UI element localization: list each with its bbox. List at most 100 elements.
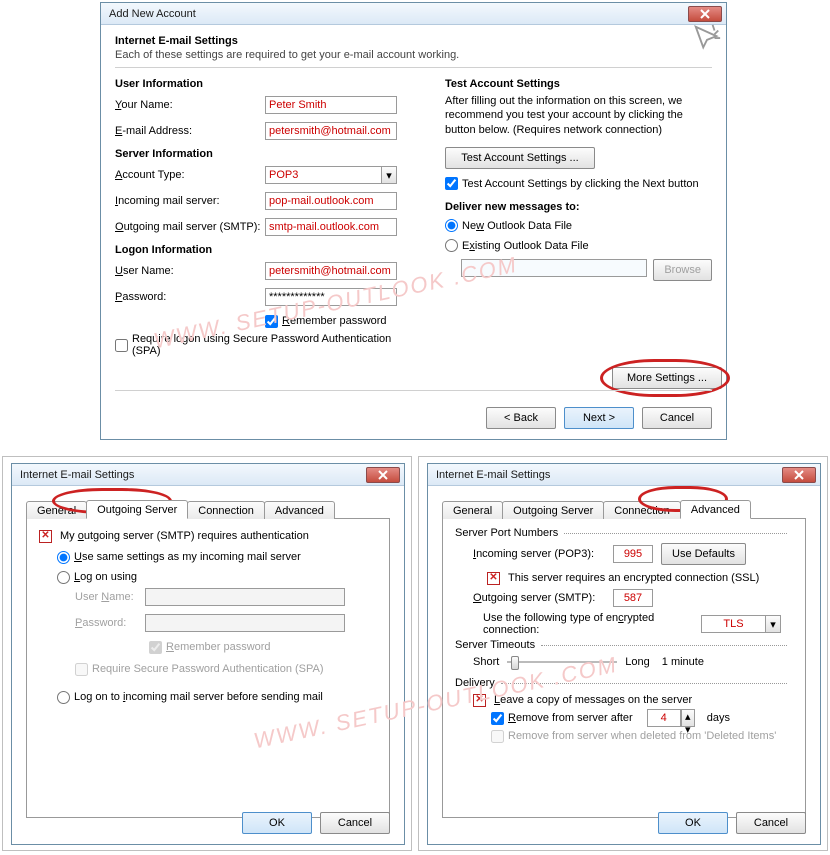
- existing-pst-field: [461, 259, 647, 277]
- deliver-header: Deliver new messages to:: [445, 201, 712, 213]
- cursor-icon: [692, 23, 722, 53]
- timeout-value: 1 minute: [662, 656, 704, 668]
- remove-after-label: Remove from server after: [508, 712, 633, 724]
- add-account-window: Add New Account Internet E-mail Settings…: [100, 2, 727, 440]
- test-next-label: Test Account Settings by clicking the Ne…: [462, 178, 699, 190]
- outgoing-server-dialog: Internet E-mail Settings General Outgoin…: [11, 463, 405, 845]
- back-button[interactable]: < Back: [486, 407, 556, 429]
- ok-button[interactable]: OK: [658, 812, 728, 834]
- remember-password-label: Remember password: [166, 641, 271, 653]
- remember-password-label: Remember password: [282, 315, 387, 327]
- remove-deleted-label: Remove from server when deleted from 'De…: [508, 730, 776, 742]
- long-label: Long: [625, 656, 649, 668]
- delivery-header: Delivery: [455, 677, 495, 689]
- logon-using-radio[interactable]: [57, 571, 70, 584]
- tab-general[interactable]: General: [442, 501, 503, 519]
- outgoing-field[interactable]: [265, 218, 397, 236]
- cancel-button[interactable]: Cancel: [642, 407, 712, 429]
- tab-connection[interactable]: Connection: [603, 501, 681, 519]
- smtp-auth-checkbox[interactable]: [39, 530, 52, 543]
- incoming-label: Incoming mail server:: [115, 195, 265, 207]
- browse-button[interactable]: Browse: [653, 259, 712, 281]
- cancel-button[interactable]: Cancel: [736, 812, 806, 834]
- remember-password-checkbox: [149, 641, 162, 654]
- heading: Internet E-mail Settings: [115, 35, 712, 47]
- remove-days-field[interactable]: [647, 709, 681, 727]
- tab-outgoing-server[interactable]: Outgoing Server: [502, 501, 604, 519]
- username-label: User Name:: [75, 591, 145, 603]
- window-title: Add New Account: [101, 8, 196, 20]
- test-next-checkbox[interactable]: [445, 177, 458, 190]
- ports-header: Server Port Numbers: [455, 527, 558, 539]
- tab-general[interactable]: General: [26, 501, 87, 519]
- password-label: Password:: [115, 291, 265, 303]
- leave-copy-checkbox[interactable]: [473, 694, 486, 707]
- next-button[interactable]: Next >: [564, 407, 634, 429]
- email-field[interactable]: [265, 122, 397, 140]
- username-label: User Name:: [115, 265, 265, 277]
- spa-checkbox: [75, 663, 88, 676]
- subheading: Each of these settings are required to g…: [115, 49, 712, 61]
- window-title: Internet E-mail Settings: [428, 469, 550, 481]
- outgoing-port-label: Outgoing server (SMTP):: [473, 592, 613, 604]
- logon-before-send-radio[interactable]: [57, 691, 70, 704]
- encryption-label: Use the following type of encrypted conn…: [483, 612, 701, 636]
- logon-info-header: Logon Information: [115, 244, 415, 256]
- spa-label: Require Secure Password Authentication (…: [92, 663, 324, 675]
- days-spinner[interactable]: ▴▾: [681, 709, 695, 727]
- tab-advanced[interactable]: Advanced: [264, 501, 335, 519]
- ok-button[interactable]: OK: [242, 812, 312, 834]
- ssl-checkbox[interactable]: [487, 572, 500, 585]
- username-field: [145, 588, 345, 606]
- encryption-select[interactable]: TLS ▾: [701, 615, 781, 633]
- tab-advanced[interactable]: Advanced: [680, 500, 751, 519]
- tab-connection[interactable]: Connection: [187, 501, 265, 519]
- cancel-button[interactable]: Cancel: [320, 812, 390, 834]
- logon-using-label: Log on using: [74, 571, 137, 583]
- spa-label: Require logon using Secure Password Auth…: [132, 333, 415, 357]
- password-field[interactable]: [265, 288, 397, 306]
- wizard-buttons: < Back Next > Cancel: [486, 407, 712, 429]
- close-button[interactable]: [782, 467, 816, 483]
- smtp-auth-label: My outgoing server (SMTP) requires authe…: [60, 530, 309, 542]
- chevron-down-icon: ▾: [765, 616, 780, 632]
- outgoing-port-field[interactable]: [613, 589, 653, 607]
- timeouts-header: Server Timeouts: [455, 639, 535, 651]
- tab-outgoing-server[interactable]: Outgoing Server: [86, 500, 188, 519]
- titlebar: Add New Account: [101, 3, 726, 25]
- days-unit: days: [707, 712, 730, 724]
- username-field[interactable]: [265, 262, 397, 280]
- spa-checkbox[interactable]: [115, 339, 128, 352]
- incoming-field[interactable]: [265, 192, 397, 210]
- advanced-dialog: Internet E-mail Settings General Outgoin…: [427, 463, 821, 845]
- existing-pst-radio[interactable]: [445, 239, 458, 252]
- use-defaults-button[interactable]: Use Defaults: [661, 543, 746, 565]
- incoming-port-field[interactable]: [613, 545, 653, 563]
- password-field: [145, 614, 345, 632]
- close-button[interactable]: [688, 6, 722, 22]
- remove-deleted-checkbox: [491, 730, 504, 743]
- your-name-field[interactable]: [265, 96, 397, 114]
- leave-copy-label: Leave a copy of messages on the server: [494, 694, 692, 706]
- account-type-value: POP3: [266, 169, 381, 181]
- remove-after-checkbox[interactable]: [491, 712, 504, 725]
- account-type-label: Account Type:: [115, 169, 265, 181]
- same-settings-label: Use same settings as my incoming mail se…: [74, 551, 301, 563]
- remember-password-checkbox[interactable]: [265, 315, 278, 328]
- test-account-button[interactable]: Test Account Settings ...: [445, 147, 595, 169]
- timeout-slider[interactable]: [507, 655, 617, 669]
- window-title: Internet E-mail Settings: [12, 469, 134, 481]
- same-settings-radio[interactable]: [57, 551, 70, 564]
- new-pst-label: New Outlook Data File: [462, 220, 572, 232]
- new-pst-radio[interactable]: [445, 219, 458, 232]
- titlebar: Internet E-mail Settings: [428, 464, 820, 486]
- close-button[interactable]: [366, 467, 400, 483]
- chevron-down-icon: ▾: [381, 167, 396, 183]
- outgoing-label: Outgoing mail server (SMTP):: [115, 221, 265, 233]
- existing-pst-label: Existing Outlook Data File: [462, 240, 589, 252]
- ssl-label: This server requires an encrypted connec…: [508, 572, 759, 584]
- account-type-select[interactable]: POP3 ▾: [265, 166, 397, 184]
- test-header: Test Account Settings: [445, 78, 712, 90]
- logon-before-send-label: Log on to incoming mail server before se…: [74, 691, 323, 703]
- more-settings-button[interactable]: More Settings ...: [612, 367, 722, 389]
